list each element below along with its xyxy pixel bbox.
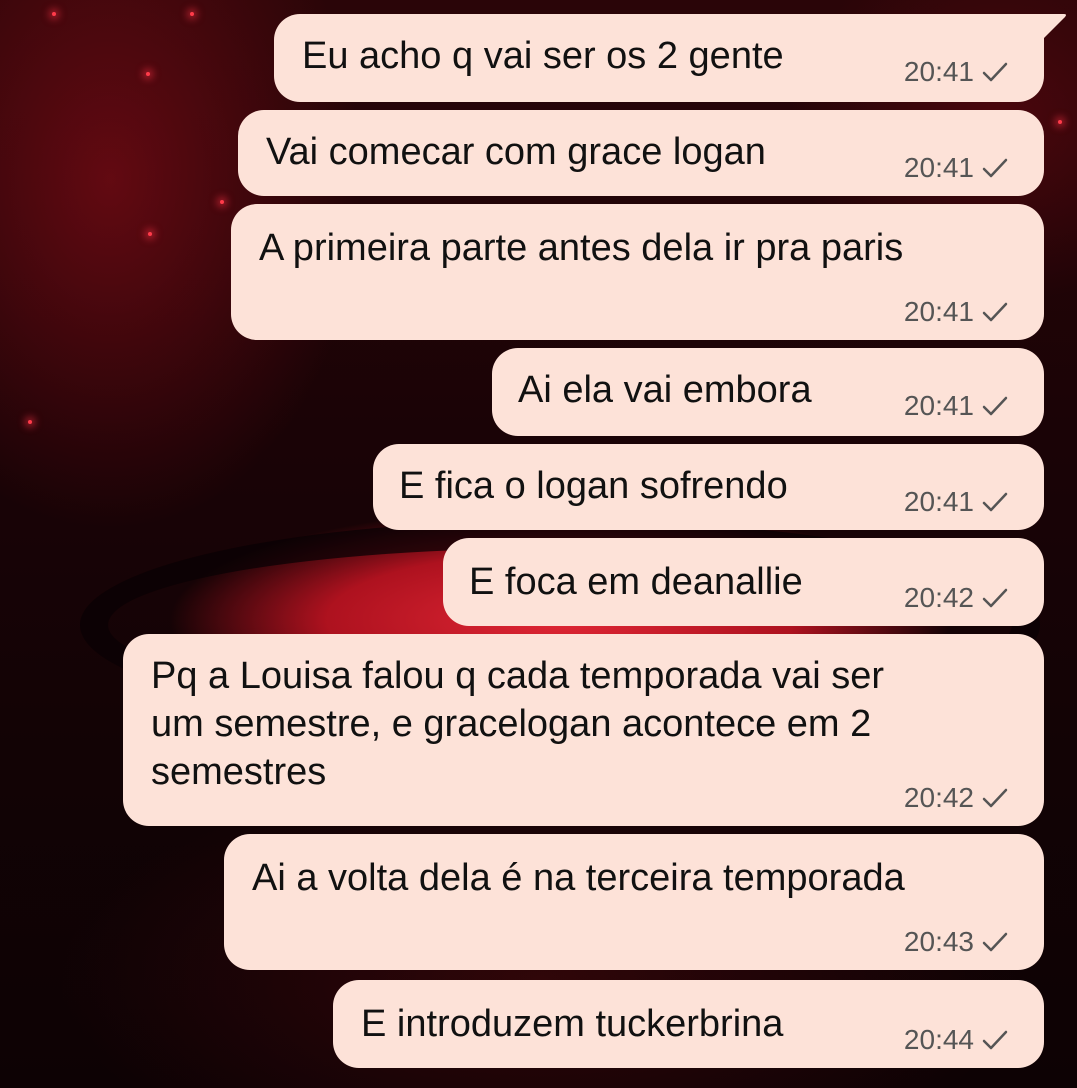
message-text: Pq a Louisa falou q cada temporada vai s…: [151, 655, 885, 793]
message-text: Vai comecar com grace logan: [266, 131, 766, 173]
check-icon: [982, 788, 1008, 808]
message-bubble[interactable]: E fica o logan sofrendo 20:41: [373, 444, 1044, 530]
check-icon: [982, 302, 1008, 322]
wallpaper-spark: [148, 232, 152, 236]
wallpaper-spark: [28, 420, 32, 424]
check-icon: [982, 62, 1008, 82]
message-meta: 20:42: [904, 582, 1008, 614]
message-time: 20:42: [903, 582, 974, 613]
message-time: 20:41: [903, 390, 974, 421]
message-bubble[interactable]: Pq a Louisa falou q cada temporada vai s…: [123, 634, 1044, 826]
bubble-tail: [1036, 14, 1066, 42]
message-time: 20:43: [903, 926, 974, 957]
message-bubble[interactable]: A primeira parte antes dela ir pra paris…: [231, 204, 1044, 340]
message-time: 20:41: [903, 296, 974, 327]
wallpaper-spark: [146, 72, 150, 76]
message-time: 20:41: [903, 486, 974, 517]
message-bubble[interactable]: Ai a volta dela é na terceira temporada …: [224, 834, 1044, 970]
message-meta: 20:41: [904, 486, 1008, 518]
message-time: 20:42: [903, 782, 974, 813]
message-bubble[interactable]: Vai comecar com grace logan 20:41: [238, 110, 1044, 196]
message-text: Eu acho q vai ser os 2 gente: [302, 35, 784, 77]
message-bubble[interactable]: E foca em deanallie 20:42: [443, 538, 1044, 626]
message-bubble[interactable]: Ai ela vai embora 20:41: [492, 348, 1044, 436]
message-meta: 20:41: [904, 152, 1008, 184]
message-meta: 20:41: [904, 390, 1008, 422]
check-icon: [982, 932, 1008, 952]
message-bubble[interactable]: Eu acho q vai ser os 2 gente 20:41: [274, 14, 1044, 102]
message-meta: 20:41: [904, 296, 1008, 328]
message-time: 20:41: [903, 56, 974, 87]
message-time: 20:41: [903, 152, 974, 183]
message-meta: 20:41: [904, 56, 1008, 88]
wallpaper-spark: [220, 200, 224, 204]
check-icon: [982, 492, 1008, 512]
message-text: Ai a volta dela é na terceira temporada: [252, 857, 905, 899]
message-meta: 20:42: [904, 782, 1008, 814]
message-bubble[interactable]: E introduzem tuckerbrina 20:44: [333, 980, 1044, 1068]
check-icon: [982, 396, 1008, 416]
check-icon: [982, 158, 1008, 178]
wallpaper-spark: [1058, 120, 1062, 124]
message-time: 20:44: [903, 1024, 974, 1055]
message-meta: 20:44: [904, 1024, 1008, 1056]
check-icon: [982, 588, 1008, 608]
message-text: E foca em deanallie: [469, 561, 803, 603]
wallpaper-spark: [190, 12, 194, 16]
message-text: Ai ela vai embora: [518, 369, 812, 411]
message-meta: 20:43: [904, 926, 1008, 958]
message-text: E fica o logan sofrendo: [399, 465, 788, 507]
check-icon: [982, 1030, 1008, 1050]
wallpaper-spark: [52, 12, 56, 16]
message-text: E introduzem tuckerbrina: [361, 1003, 784, 1045]
message-text: A primeira parte antes dela ir pra paris: [259, 227, 904, 269]
